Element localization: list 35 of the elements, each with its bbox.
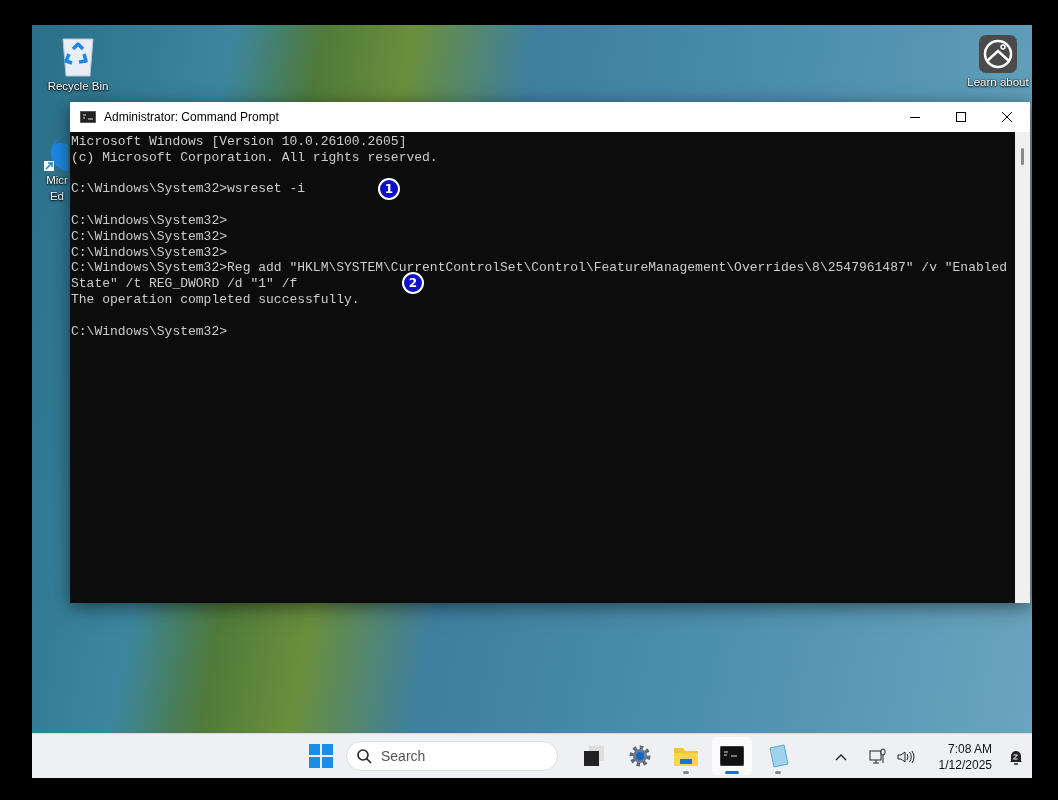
close-icon [1002, 112, 1012, 122]
volume-icon[interactable] [896, 749, 915, 764]
console-line: C:\Windows\System32> [71, 323, 228, 340]
taskbar-app-button[interactable] [712, 737, 752, 775]
console-line: Microsoft Windows [Version 10.0.26100.2605] [71, 134, 407, 150]
console-line: C:\Windows\System32> [71, 228, 228, 245]
console-icon [80, 111, 96, 123]
chevron-up-icon[interactable] [834, 752, 847, 761]
icon-label: Recycle Bin [47, 79, 109, 93]
console-line: The operation completed successfully. [71, 291, 360, 308]
icon-label: Ed [49, 189, 65, 203]
icon-label: Micr [46, 173, 68, 187]
maximize-icon [956, 112, 966, 122]
network-icon[interactable] [868, 748, 887, 765]
scrollbar[interactable] [1015, 132, 1030, 603]
console-line: (c) Microsoft Corporation. All rights reserved. [71, 149, 438, 166]
folder-icon [673, 745, 699, 767]
terminal-icon [720, 746, 744, 766]
step-marker: 1 [378, 178, 400, 200]
console-line: C:\Windows\System32> [71, 213, 228, 229]
task-view-icon [582, 744, 606, 768]
spotlight-icon[interactable] [979, 35, 1017, 73]
search-icon [357, 749, 372, 764]
step-marker: 2 [402, 272, 424, 294]
search-field[interactable]: Search [346, 741, 558, 771]
settings-icon [628, 744, 652, 768]
notepad-icon [767, 744, 789, 768]
console-line: C:\Windows\System32> [71, 244, 228, 261]
clock-date[interactable]: 1/12/2025 [938, 756, 992, 773]
window-title: Administrator: Command Prompt [104, 110, 280, 124]
clock-time[interactable]: 7:08 AM [947, 740, 992, 757]
icon-label: Learn about [967, 75, 1029, 89]
console-line: State" /t REG_DWORD /d "1" /f [71, 276, 298, 292]
recycle-bin-icon[interactable] [60, 35, 96, 77]
console-line: C:\Windows\System32>wsreset -i [71, 181, 306, 198]
